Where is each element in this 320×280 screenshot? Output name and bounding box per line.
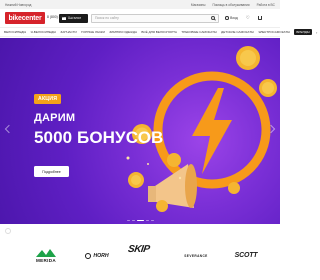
- brand-label: SEVERANCE: [184, 254, 208, 258]
- coin-icon: [228, 182, 240, 194]
- top-link-service[interactable]: Помощь в обслуживании: [212, 3, 249, 7]
- slider-dot[interactable]: [145, 219, 149, 221]
- slider-dot-active[interactable]: [136, 219, 144, 221]
- sparkle: [126, 156, 130, 160]
- search-placeholder: Поиск по сайту: [95, 16, 119, 20]
- nav-item-brands[interactable]: БРЕНДЫ: [294, 29, 312, 35]
- site-logo[interactable]: bikecenter: [5, 12, 45, 24]
- search-input[interactable]: Поиск по сайту: [91, 13, 219, 23]
- favorites-button[interactable]: ♡: [245, 14, 250, 21]
- nav-item-bicycles[interactable]: ВЕЛОСИПЕДЫ: [4, 30, 26, 34]
- nav-item-ebikes[interactable]: Э-ВЕЛОСИПЕДЫ: [31, 30, 56, 34]
- coin-icon: [236, 46, 260, 70]
- brand-label: SKIP: [127, 244, 151, 255]
- slider-dot[interactable]: [150, 219, 154, 221]
- login-button[interactable]: Вход: [225, 16, 238, 20]
- coin-icon: [128, 172, 144, 188]
- site-header: bikecenter Каталог Поиск по сайту Вход ♡: [0, 9, 280, 27]
- user-icon: [225, 16, 229, 20]
- brand-horh[interactable]: HORH: [80, 253, 114, 259]
- top-links: Магазины Помощь в обслуживании Работа в …: [191, 3, 275, 7]
- city-selector[interactable]: Нижний Новгород: [5, 3, 31, 7]
- promo-banner[interactable]: АКЦИЯ ДАРИМ 5000 БОНУСОВ Подробнее: [0, 38, 280, 224]
- banner-details-button[interactable]: Подробнее: [34, 166, 69, 177]
- lightning-icon: [192, 88, 232, 174]
- nav-item-cycling[interactable]: ВСЁ ДЛЯ ВЕЛОСПОРТА: [141, 30, 177, 34]
- heart-icon: ♡: [245, 14, 250, 20]
- coin-icon: [167, 153, 181, 167]
- top-link-stores[interactable]: Магазины: [191, 3, 206, 7]
- header-actions: Вход ♡: [225, 14, 262, 21]
- slider-dot[interactable]: [131, 219, 135, 221]
- brand-skip[interactable]: SKIP: [126, 244, 152, 255]
- sparkle: [178, 176, 182, 180]
- merida-logo-icon: [36, 249, 56, 257]
- nav-item-kids-scooters[interactable]: ДЕТСКИЕ САМОКАТЫ: [221, 30, 254, 34]
- brand-merida[interactable]: MERIDA: [28, 248, 64, 263]
- horh-logo-icon: [85, 253, 92, 259]
- brand-label: SCOTT: [234, 252, 258, 259]
- brand-label: MERIDA: [36, 258, 56, 263]
- logo-text: bikecenter: [8, 14, 42, 22]
- chevron-right-icon[interactable]: ›: [316, 30, 317, 35]
- banner-title-line1: ДАРИМ: [34, 112, 76, 124]
- banner-title-line2: 5000 БОНУСОВ: [34, 128, 164, 147]
- slider-dots: [0, 219, 280, 221]
- nav-item-e-scooters[interactable]: ЭЛЕКТРОСАМОКАТЫ: [258, 30, 290, 34]
- top-link-jobs[interactable]: Работа в BC: [257, 3, 275, 7]
- coin-icon: [259, 79, 277, 97]
- cart-icon: [257, 16, 262, 20]
- top-info-bar: Нижний Новгород Магазины Помощь в обслуж…: [0, 0, 280, 9]
- coin-icon: [156, 200, 168, 212]
- nav-item-winter-clothes[interactable]: ЗИМНЯЯ ОДЕЖДА: [109, 30, 137, 34]
- sparkle: [147, 163, 149, 165]
- cart-button[interactable]: [257, 16, 262, 20]
- banner-inner: АКЦИЯ ДАРИМ 5000 БОНУСОВ Подробнее: [0, 38, 280, 224]
- main-nav: ВЕЛОСИПЕДЫ Э-ВЕЛОСИПЕДЫ ЗАПЧАСТИ ГОРНЫЕ …: [0, 27, 317, 37]
- brand-severance[interactable]: SEVERANCE: [176, 254, 216, 258]
- search-icon[interactable]: [211, 16, 215, 20]
- promo-badge: АКЦИЯ: [34, 94, 62, 104]
- slider-dot[interactable]: [126, 219, 130, 221]
- brand-scott[interactable]: SCOTT: [226, 252, 266, 259]
- scroll-up-button[interactable]: [5, 228, 11, 234]
- nav-item-ski[interactable]: ГОРНЫЕ ЛЫЖИ: [81, 30, 105, 34]
- login-label: Вход: [230, 16, 238, 20]
- brand-label: HORH: [93, 253, 109, 259]
- header-phone[interactable]: 8 (800) 350-55-55: [47, 15, 77, 19]
- nav-item-parts[interactable]: ЗАПЧАСТИ: [60, 30, 76, 34]
- slider-prev-icon[interactable]: [4, 124, 14, 134]
- nav-item-trick-scooters[interactable]: ТРЕКОВЫЕ САМОКАТЫ: [181, 30, 216, 34]
